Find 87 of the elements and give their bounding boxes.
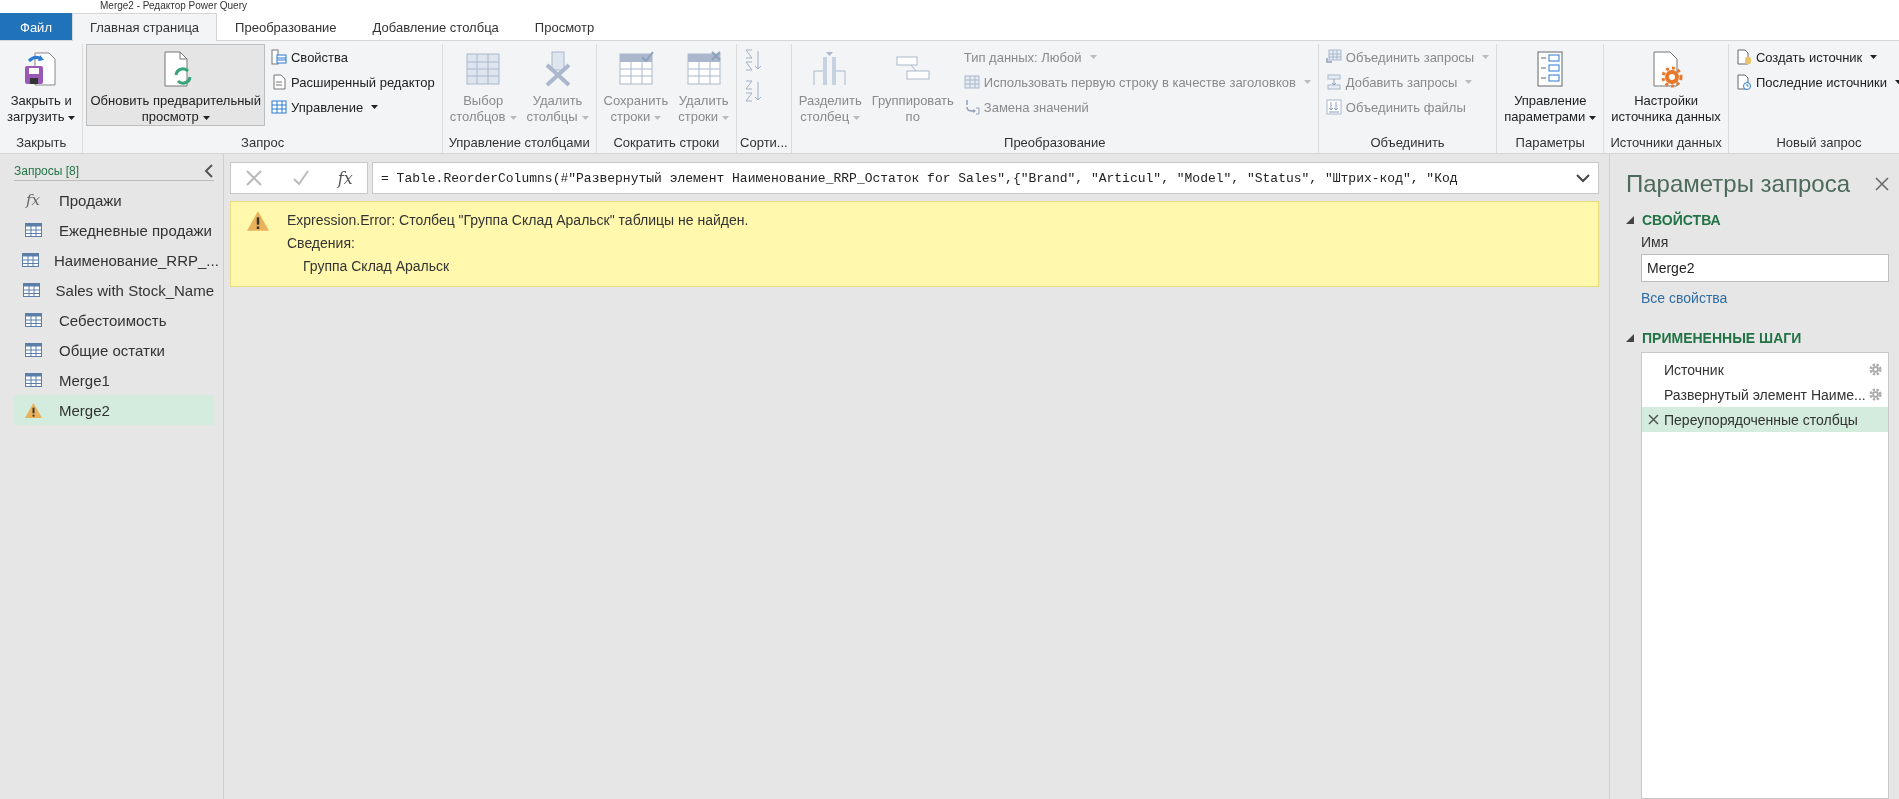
error-detail: Группа Склад Аральск — [302, 258, 451, 274]
caret-icon — [722, 115, 730, 120]
applied-step[interactable]: Источник — [1642, 357, 1888, 382]
group-label: Преобразование — [1003, 134, 1107, 152]
expand-chevron-icon[interactable] — [1576, 173, 1590, 183]
ribbon-tab[interactable]: Преобразование — [217, 13, 355, 40]
caret-icon — [202, 115, 210, 120]
query-item[interactable]: Себестоимость — [14, 305, 214, 335]
section-heading: СВОЙСТВА — [1642, 212, 1721, 228]
applied-step[interactable]: Развернутый элемент Наиме... — [1642, 382, 1888, 407]
group-label: Управление столбцами — [447, 134, 591, 152]
section-heading: ПРИМЕНЕННЫЕ ШАГИ — [1642, 330, 1802, 346]
caret-icon — [1482, 55, 1490, 59]
caret-icon — [1303, 80, 1311, 84]
caret-icon — [371, 105, 379, 109]
caret-icon — [1089, 55, 1097, 59]
append-tables-icon — [1325, 74, 1342, 90]
ribbon-button[interactable]: Создать источник — [1731, 46, 1899, 68]
caret-icon — [853, 115, 861, 120]
properties-icon — [271, 49, 287, 65]
merge-tables-icon — [1325, 49, 1342, 65]
ribbon-button[interactable]: Настройки источника данных — [1607, 44, 1725, 126]
table-icon — [24, 223, 42, 237]
applied-step[interactable]: Переупорядоченные столбцы — [1642, 407, 1888, 432]
table-icon — [22, 283, 40, 297]
panel-title: Параметры запроса — [1626, 170, 1850, 198]
document-database-icon — [1735, 49, 1752, 65]
delete-x-icon[interactable] — [1647, 414, 1659, 425]
ribbon-tab[interactable]: Главная страница — [71, 13, 218, 41]
ribbon-button[interactable]: Обновить предварительный просмотр — [86, 44, 265, 126]
table-icon — [22, 253, 39, 267]
field-label: Имя — [1640, 234, 1670, 250]
function-icon[interactable]: fx — [337, 168, 353, 188]
group-label: Объединить — [1369, 134, 1446, 152]
table-icon — [963, 74, 980, 90]
queries-header: Запросы [8] — [14, 164, 80, 178]
group-label: Источники данных — [1609, 134, 1723, 152]
caret-icon — [654, 115, 662, 120]
name-input-field[interactable]: Merge2 — [1641, 254, 1889, 282]
query-item[interactable]: fx Продажи — [14, 185, 214, 215]
caret-icon — [1870, 55, 1878, 59]
group-label: Новый запрос — [1775, 134, 1863, 152]
ribbon-tab[interactable]: Просмотр — [516, 13, 613, 40]
query-item[interactable]: Sales with Stock_Name — [14, 275, 214, 305]
ribbon-button[interactable]: Закрыть и загрузить — [3, 44, 80, 126]
caret-icon — [1589, 115, 1597, 120]
caret-icon — [509, 115, 517, 120]
caret-icon — [68, 115, 76, 120]
warning-icon — [245, 210, 271, 232]
document-clock-icon — [1735, 74, 1752, 90]
warning-icon — [23, 401, 43, 419]
table-icon — [271, 99, 287, 115]
close-icon[interactable] — [1875, 177, 1889, 191]
formula-field[interactable]: = Table.ReorderColumns(#"Развернутый элемент Наименование_RRP_Остаток for Sales",{"Brand", "Articul", "Model", "Status", "Штрих-код", "Код — [372, 162, 1599, 194]
ribbon-button[interactable]: Последние источники — [1731, 71, 1899, 93]
document-icon — [271, 74, 287, 90]
combine-files-icon — [1325, 99, 1342, 115]
ribbon-button[interactable]: Управление — [267, 96, 439, 118]
ribbon-button[interactable]: Свойства — [267, 46, 439, 68]
group-label: Параметры — [1514, 134, 1586, 152]
ribbon-tab[interactable]: Добавление столбца — [354, 13, 517, 40]
caret-icon — [1465, 80, 1473, 84]
query-item[interactable]: Ежедневные продажи — [14, 215, 214, 245]
query-item[interactable]: Общие остатки — [14, 335, 214, 365]
error-message: Expression.Error: Столбец "Группа Склад Аральск" таблицы не найден. — [287, 212, 749, 228]
function-icon: fx — [26, 191, 40, 209]
window-title: Merge2 - Редактор Power Query — [99, 0, 248, 12]
group-label: Сократить строки — [612, 134, 721, 152]
caret-icon — [581, 115, 589, 120]
replace-values-icon — [963, 99, 980, 115]
group-label: Сорти... — [740, 134, 788, 152]
query-item[interactable]: Merge1 — [14, 365, 214, 395]
table-icon — [24, 313, 42, 327]
details-label: Сведения: — [287, 235, 356, 251]
file-tab[interactable]: Файл — [0, 13, 72, 40]
all-properties-link[interactable]: Все свойства — [1641, 290, 1728, 306]
collapse-triangle-icon[interactable] — [1626, 216, 1634, 224]
ribbon-button[interactable]: Управление параметрами — [1500, 44, 1601, 126]
query-item[interactable]: Merge2 — [14, 395, 214, 425]
collapse-chevron-icon[interactable] — [204, 164, 214, 178]
table-icon — [24, 373, 42, 387]
checkmark-icon[interactable] — [291, 169, 310, 187]
group-label: Закрыть — [15, 134, 68, 152]
group-label: Запрос — [240, 134, 286, 152]
table-icon — [24, 343, 42, 357]
ribbon-button[interactable]: Расширенный редактор — [267, 71, 439, 93]
collapse-triangle-icon[interactable] — [1626, 334, 1634, 342]
